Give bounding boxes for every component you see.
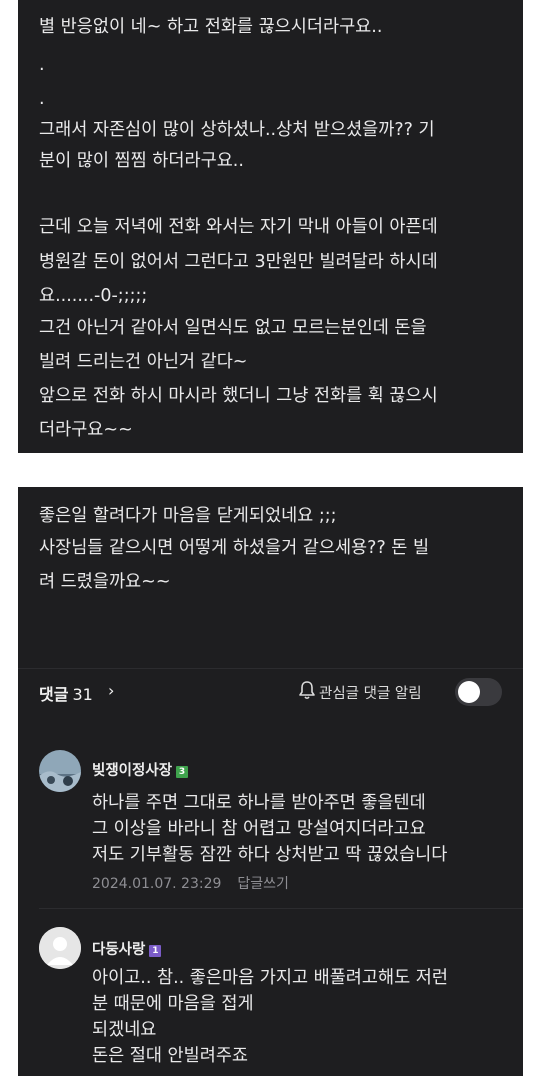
grade-badge: 3 <box>176 766 189 778</box>
comment-meta: 2024.01.07. 23:29 답글쓰기 <box>92 873 289 893</box>
post-line: 분이 많이 찜찜 하더라구요.. <box>39 151 244 171</box>
toggle-knob <box>458 681 480 703</box>
author-name: 빚쟁이정사장 <box>92 763 173 779</box>
comment-author[interactable]: 빚쟁이정사장 3 <box>92 759 189 780</box>
comment-line: 아이고.. 참.. 좋은마음 가지고 배풀려고해도 저런 <box>92 968 448 988</box>
avatar[interactable] <box>39 750 81 792</box>
post-line: 병원갈 돈이 없어서 그런다고 3만원만 빌려달라 하시데 <box>39 252 438 272</box>
post-line: . <box>39 55 45 75</box>
comment-divider <box>39 908 523 909</box>
comment-line: 분 때문에 마음을 접게 <box>92 994 254 1014</box>
comments-count-link[interactable]: 댓글 31 <box>39 681 93 705</box>
post-line: 좋은일 할려다가 마음을 닫게되었네요 ;;; <box>39 506 337 526</box>
comment-author[interactable]: 다둥사랑 1 <box>92 938 162 959</box>
post-line: 그건 아닌거 같아서 일면식도 없고 모르는분인데 돈을 <box>39 318 427 338</box>
post-line: 그래서 자존심이 많이 상하셨나..상처 받으셨을까?? 기 <box>39 120 435 140</box>
post-line: 별 반응없이 네~ 하고 전화를 끊으시더라구요.. <box>39 17 383 37</box>
avatar[interactable] <box>39 927 81 969</box>
post-line: 려 드렸을까요~~ <box>39 572 171 592</box>
comment-line: 저도 기부활동 잠깐 하다 상처받고 딱 끊었습니다 <box>92 845 448 865</box>
bell-icon <box>299 681 315 700</box>
comments-label: 댓글 <box>39 685 69 704</box>
comments-bar: 댓글 31 › 관심글 댓글 알림 <box>18 668 523 717</box>
avatar-image <box>39 750 81 792</box>
comment-line: 그 이상을 바라니 참 어렵고 망설여지더라고요 <box>92 819 426 839</box>
grade-badge: 1 <box>149 945 162 957</box>
chevron-right-icon[interactable]: › <box>108 681 114 700</box>
post-line: 사장님들 같으시면 어떻게 하셨을거 같으세용?? 돈 빌 <box>39 538 430 558</box>
notify-toggle[interactable] <box>455 678 502 706</box>
comment-line: 돈은 절대 안빌려주죠 <box>92 1046 249 1066</box>
post-line: 더라구요~~ <box>39 420 133 440</box>
post-line: . <box>39 89 45 109</box>
post-line: 빌려 드리는건 아닌거 같다~ <box>39 352 248 372</box>
author-name: 다둥사랑 <box>92 942 146 958</box>
post-content-bottom: 좋은일 할려다가 마음을 닫게되었네요 ;;; 사장님들 같으시면 어떻게 하셨… <box>18 487 523 1076</box>
comment-line: 하나를 주면 그대로 하나를 받아주면 좋을텐데 <box>92 793 426 813</box>
post-content-top: 별 반응없이 네~ 하고 전화를 끊으시더라구요.. . . 그래서 자존심이 … <box>18 0 523 453</box>
notify-label: 관심글 댓글 알림 <box>319 686 422 702</box>
comments-count: 31 <box>72 685 93 704</box>
post-line: 요.......-0-;;;;; <box>39 286 148 306</box>
default-avatar-icon <box>39 927 81 969</box>
comment-date: 2024.01.07. 23:29 <box>92 876 222 892</box>
comment-line: 되겠네요 <box>92 1020 157 1040</box>
post-line: 앞으로 전화 하시 마시라 했더니 그냥 전화를 휙 끊으시 <box>39 386 438 406</box>
reply-button[interactable]: 답글쓰기 <box>237 876 289 892</box>
post-line: 근데 오늘 저녁에 전화 와서는 자기 막내 아들이 아픈데 <box>39 217 438 237</box>
